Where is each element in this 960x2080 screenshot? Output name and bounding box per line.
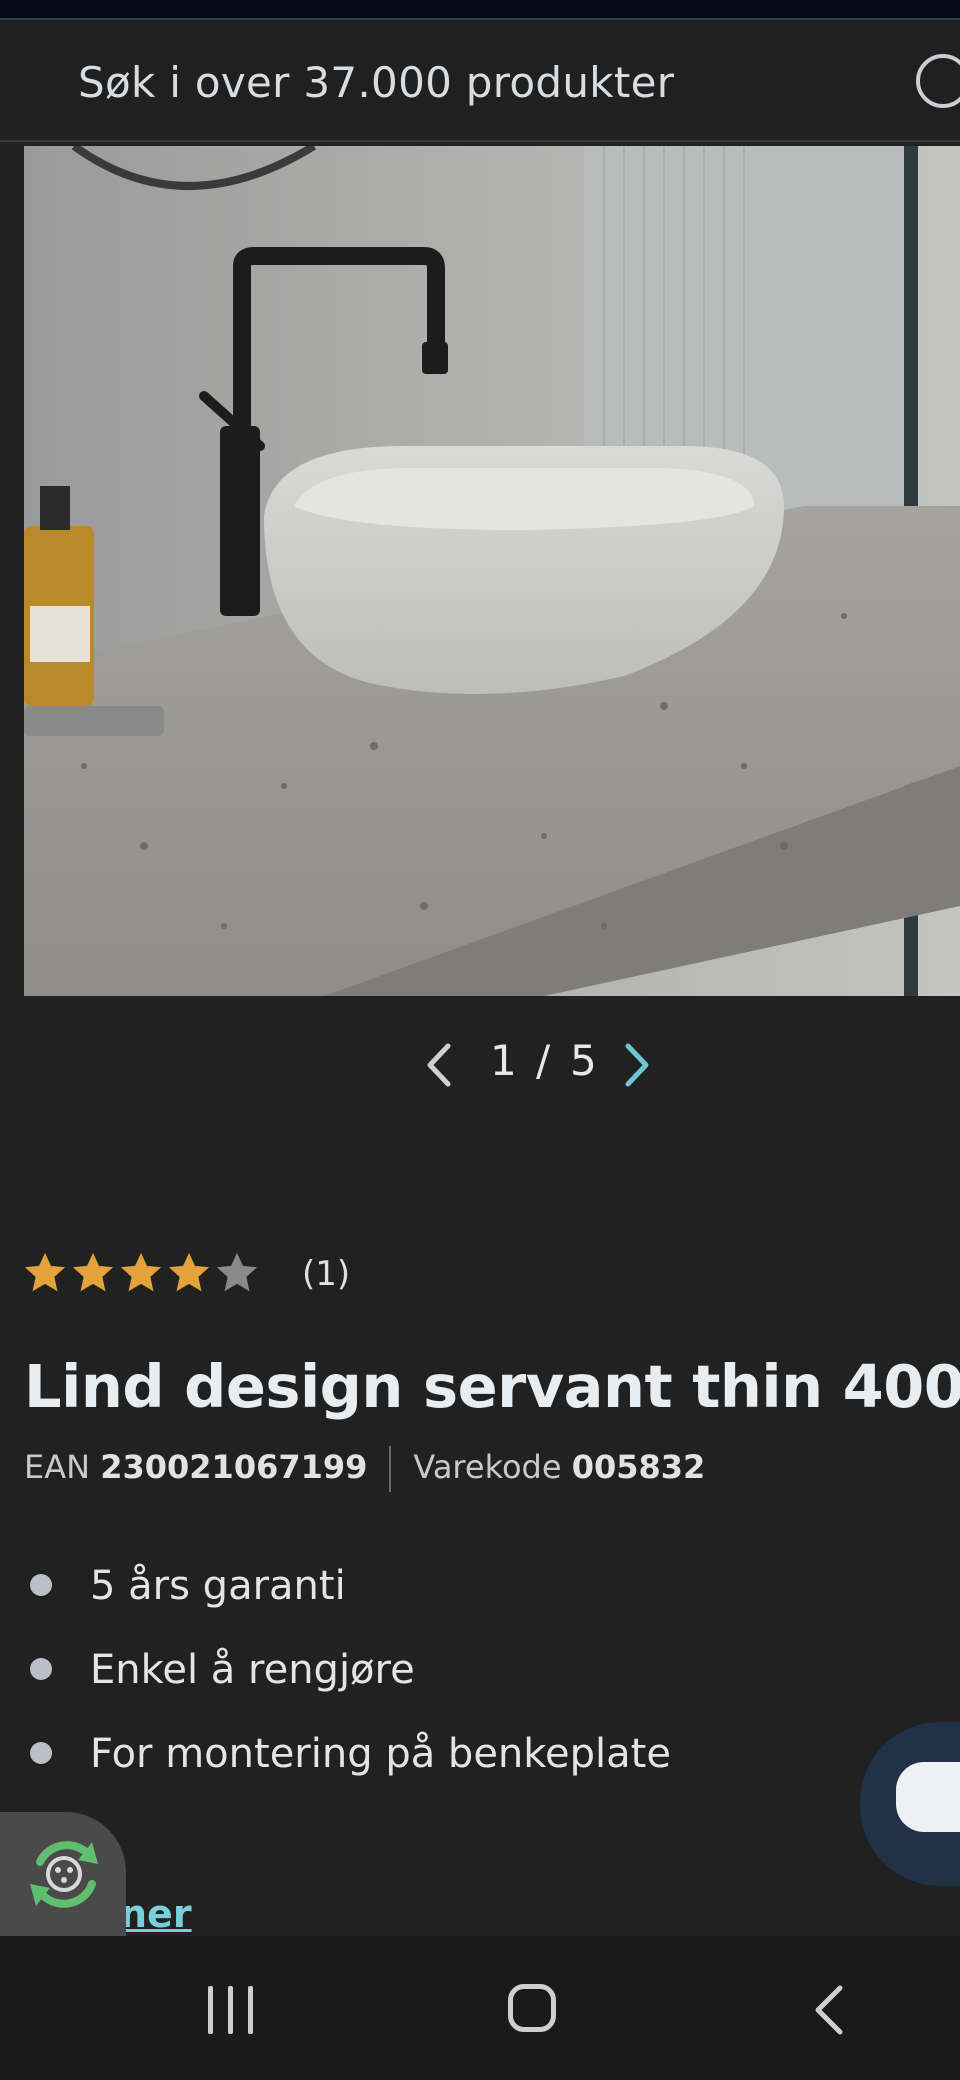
image-pager: 1 / 5: [420, 1030, 660, 1100]
product-image[interactable]: [24, 146, 960, 996]
chevron-right-icon[interactable]: [616, 1040, 656, 1090]
feature-item: 5 års garanti: [24, 1558, 671, 1642]
star-icon: [24, 1252, 66, 1292]
bullet-icon: [30, 1574, 52, 1596]
search-bar[interactable]: Søk i over 37.000 produkter: [0, 18, 960, 142]
system-nav-bar: [0, 1936, 960, 2080]
chevron-left-icon[interactable]: [420, 1040, 460, 1090]
bullet-icon: [30, 1742, 52, 1764]
recycle-icon: [30, 1841, 98, 1908]
feature-item: Enkel å rengjøre: [24, 1642, 671, 1726]
read-more-link[interactable]: ner: [120, 1892, 192, 1936]
pager-total: 5: [570, 1036, 597, 1085]
star-icon: [168, 1252, 210, 1292]
codes-divider: [389, 1446, 392, 1492]
home-icon[interactable]: [508, 1984, 556, 2032]
pager-current: 1: [490, 1036, 517, 1085]
code-value: 005832: [571, 1448, 706, 1486]
feature-list: 5 års garanti Enkel å rengjøre For monte…: [24, 1558, 671, 1810]
code-label: Varekode: [413, 1448, 562, 1486]
feature-text: For montering på benkeplate: [90, 1731, 671, 1777]
rating[interactable]: (1): [22, 1250, 382, 1302]
feature-text: 5 års garanti: [90, 1563, 346, 1609]
recent-apps-icon[interactable]: [206, 1986, 256, 2034]
product-title: Lind design servant thin 400: [24, 1352, 960, 1421]
recycle-badge[interactable]: [0, 1812, 126, 1936]
ean-label: EAN: [24, 1448, 91, 1486]
bullet-icon: [30, 1658, 52, 1680]
product-photo: [24, 146, 960, 996]
star-icon: [120, 1252, 162, 1292]
star-empty-icon: [216, 1252, 258, 1292]
star-icon: [72, 1252, 114, 1292]
ean-value: 230021067199: [100, 1448, 368, 1486]
feature-item: For montering på benkeplate: [24, 1726, 671, 1810]
status-bar: [0, 0, 960, 18]
search-icon[interactable]: [916, 54, 960, 108]
feature-text: Enkel å rengjøre: [90, 1647, 415, 1693]
chat-icon: [896, 1762, 960, 1832]
pager-separator: /: [536, 1036, 551, 1085]
back-icon[interactable]: [810, 1982, 850, 2038]
search-input[interactable]: Søk i over 37.000 produkter: [78, 58, 674, 107]
product-codes: EAN 230021067199 Varekode 005832: [24, 1446, 705, 1492]
rating-count[interactable]: (1): [302, 1254, 350, 1294]
chat-button[interactable]: [860, 1722, 960, 1886]
